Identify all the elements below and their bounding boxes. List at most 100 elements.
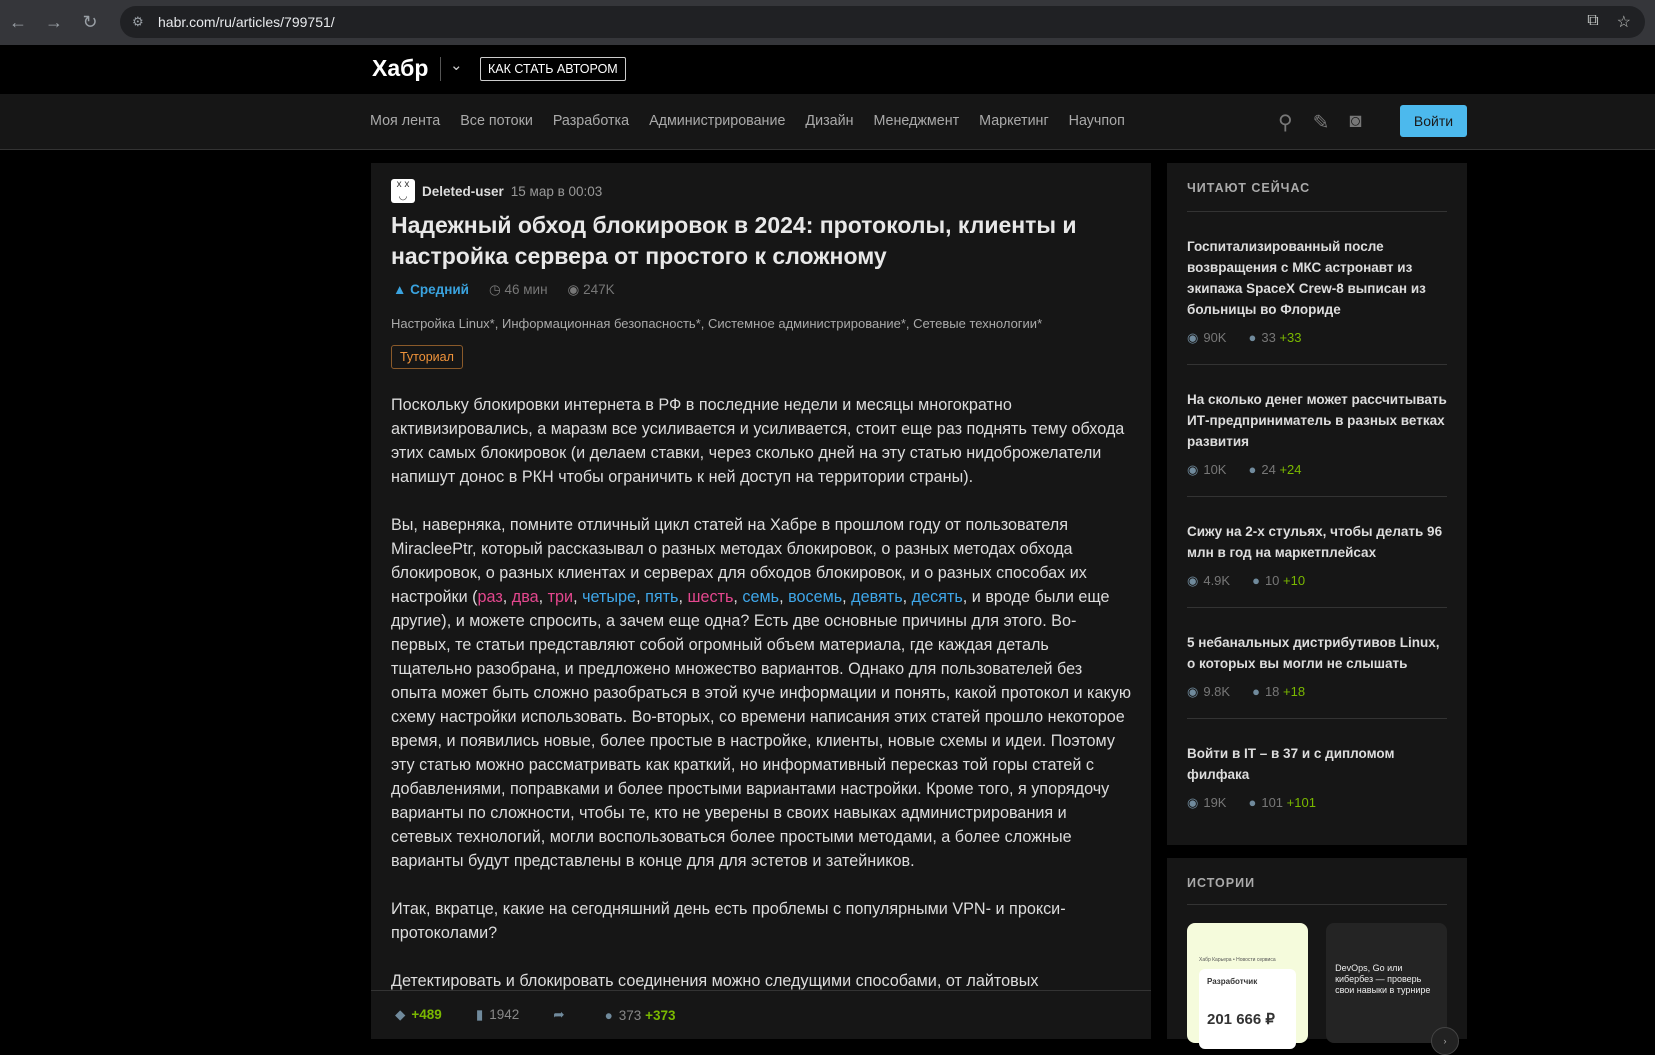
nav-item-admin[interactable]: Администрирование: [649, 113, 785, 129]
link[interactable]: семь: [742, 588, 779, 606]
nav-item-all[interactable]: Все потоки: [460, 113, 533, 129]
link[interactable]: восемь: [788, 588, 842, 606]
post-title[interactable]: Войти в IT – в 37 и с дипломом филфака: [1187, 743, 1447, 785]
url-text: habr.com/ru/articles/799751/: [158, 14, 335, 30]
comment-icon: ●: [1252, 573, 1260, 588]
comment-icon: ●: [1248, 795, 1257, 810]
post-title[interactable]: На сколько денег может рассчитывать ИТ-п…: [1187, 389, 1447, 452]
views-count: 247K: [583, 282, 615, 297]
install-icon[interactable]: ⧉: [1587, 12, 1598, 32]
write-icon[interactable]: ✎: [1313, 110, 1330, 135]
link[interactable]: два: [512, 588, 539, 606]
link[interactable]: пять: [645, 588, 678, 606]
new-comments-count: +24: [1279, 462, 1302, 477]
post-item[interactable]: 5 небанальных дистрибутивов Linux, о кот…: [1187, 608, 1447, 719]
panel-title: ИСТОРИИ: [1187, 876, 1256, 890]
comments-count: 33: [1261, 330, 1276, 345]
comments-button[interactable]: ● 373 +373: [605, 1008, 676, 1023]
hubs-list[interactable]: Настройка Linux*, Информационная безопас…: [391, 316, 1042, 331]
search-icon[interactable]: ⚲: [1278, 110, 1293, 135]
post-item[interactable]: На сколько денег может рассчитывать ИТ-п…: [1187, 365, 1447, 497]
nav-item-management[interactable]: Менеджмент: [873, 113, 959, 129]
become-author-button[interactable]: КАК СТАТЬ АВТОРОМ: [480, 57, 626, 81]
post-title[interactable]: Госпитализированный после возвращения с …: [1187, 236, 1447, 320]
link[interactable]: четыре: [582, 588, 636, 606]
habr-logo[interactable]: Хабр: [372, 55, 428, 82]
post-title[interactable]: Сижу на 2-х стульях, чтобы делать 96 млн…: [1187, 521, 1447, 563]
comments-count: 18: [1264, 684, 1280, 699]
link[interactable]: десять: [912, 588, 963, 606]
post-title[interactable]: 5 небанальных дистрибутивов Linux, о кот…: [1187, 632, 1447, 674]
appearance-icon[interactable]: ◙: [1349, 110, 1361, 135]
eye-icon: ◉: [567, 282, 584, 297]
site-header: Хабр ⌄ КАК СТАТЬ АВТОРОМ: [0, 45, 1655, 94]
back-icon[interactable]: ←: [0, 12, 36, 33]
article-actions: ◆ +489 ▮ 1942 ➦ ● 373 +373: [371, 990, 1151, 1039]
eye-icon: ◉: [1187, 330, 1199, 345]
article-body: Поскольку блокировки интернета в РФ в по…: [391, 393, 1131, 1017]
paragraph: Вы, наверняка, помните отличный цикл ста…: [391, 516, 1131, 870]
nav-item-popsci[interactable]: Научпоп: [1069, 113, 1125, 129]
nav-item-dev[interactable]: Разработка: [553, 113, 629, 129]
eye-icon: ◉: [1187, 795, 1199, 810]
article: x x ◡ Deleted-user 15 мар в 00:03 Надежны…: [371, 163, 1151, 1039]
divider: [1187, 904, 1447, 905]
bookmarks-count: 1942: [489, 1007, 520, 1022]
link[interactable]: шесть: [687, 588, 733, 606]
comments-count: 101: [1261, 795, 1284, 810]
chevron-right-icon[interactable]: ›: [1431, 1027, 1459, 1055]
views-count: 4.9K: [1203, 573, 1231, 588]
post-item[interactable]: Войти в IT – в 37 и с дипломом филфака ◉…: [1187, 719, 1447, 829]
article-title: Надежный обход блокировок в 2024: проток…: [391, 212, 1077, 269]
nav-item-marketing[interactable]: Маркетинг: [979, 113, 1049, 129]
publish-date: 15 мар в 00:03: [510, 183, 603, 199]
new-comments-count: +18: [1283, 684, 1306, 699]
rating-icon: ◆: [395, 1007, 406, 1022]
views-count: 9.8K: [1203, 684, 1231, 699]
new-comments-count: +33: [1279, 330, 1302, 345]
nav-item-feed[interactable]: Моя лента: [370, 113, 440, 129]
votes-count: +489: [411, 1007, 442, 1022]
vote-button[interactable]: ◆ +489: [395, 1007, 442, 1023]
story-role: Разработчик: [1207, 977, 1258, 986]
story-card[interactable]: DevOps, Go или кибербез — проверь свои н…: [1326, 923, 1459, 1055]
reading-now-panel: ЧИТАЮТ СЕЙЧАС Госпитализированный после …: [1167, 163, 1467, 845]
comments-count: 24: [1261, 462, 1276, 477]
story-source: Хабр Карьера • Новости сервиса: [1199, 957, 1276, 963]
views-count: 90K: [1203, 330, 1227, 345]
post-item[interactable]: Госпитализированный после возвращения с …: [1187, 212, 1447, 365]
link[interactable]: три: [548, 588, 573, 606]
comment-icon: ●: [1252, 684, 1260, 699]
story-text: DevOps, Go или кибербез — проверь свои н…: [1335, 963, 1431, 995]
author-link[interactable]: Deleted-user: [422, 184, 504, 199]
reload-icon[interactable]: ↻: [72, 12, 108, 33]
post-item[interactable]: Сижу на 2-х стульях, чтобы делать 96 млн…: [1187, 497, 1447, 608]
new-comments-count: +101: [1286, 795, 1316, 810]
comment-icon: ●: [1248, 330, 1257, 345]
difficulty-icon: ▲: [393, 282, 411, 297]
new-comments-count: +373: [645, 1007, 676, 1023]
address-bar[interactable]: ⚙ habr.com/ru/articles/799751/ ⧉ ☆: [120, 6, 1645, 38]
bookmark-button[interactable]: ▮ 1942: [476, 1007, 519, 1023]
eye-icon: ◉: [1187, 462, 1199, 477]
eye-icon: ◉: [1187, 573, 1199, 588]
share-icon[interactable]: ➦: [553, 1007, 564, 1023]
bookmark-icon: ▮: [475, 1007, 484, 1022]
bookmark-star-icon[interactable]: ☆: [1617, 12, 1631, 32]
eye-icon: ◉: [1187, 684, 1199, 699]
story-card[interactable]: Хабр Карьера • Новости сервиса Разработч…: [1187, 923, 1309, 1049]
browser-toolbar: ← → ↻ ⚙ habr.com/ru/articles/799751/ ⧉ ☆: [0, 0, 1655, 45]
site-info-icon[interactable]: ⚙: [132, 14, 144, 30]
avatar[interactable]: x x ◡: [391, 179, 415, 203]
chevron-down-icon[interactable]: ⌄: [450, 56, 463, 74]
link[interactable]: девять: [851, 588, 902, 606]
tutorial-badge[interactable]: Туториал: [391, 345, 463, 369]
nav-item-design[interactable]: Дизайн: [805, 113, 853, 129]
comment-icon: ●: [1248, 462, 1257, 477]
login-button[interactable]: Войти: [1400, 105, 1467, 137]
forward-icon[interactable]: →: [36, 12, 72, 33]
main-nav: Моя лента Все потоки Разработка Админист…: [0, 94, 1655, 150]
panel-title: ЧИТАЮТ СЕЙЧАС: [1187, 181, 1311, 195]
new-comments-count: +10: [1283, 573, 1306, 588]
link[interactable]: раз: [478, 588, 503, 606]
